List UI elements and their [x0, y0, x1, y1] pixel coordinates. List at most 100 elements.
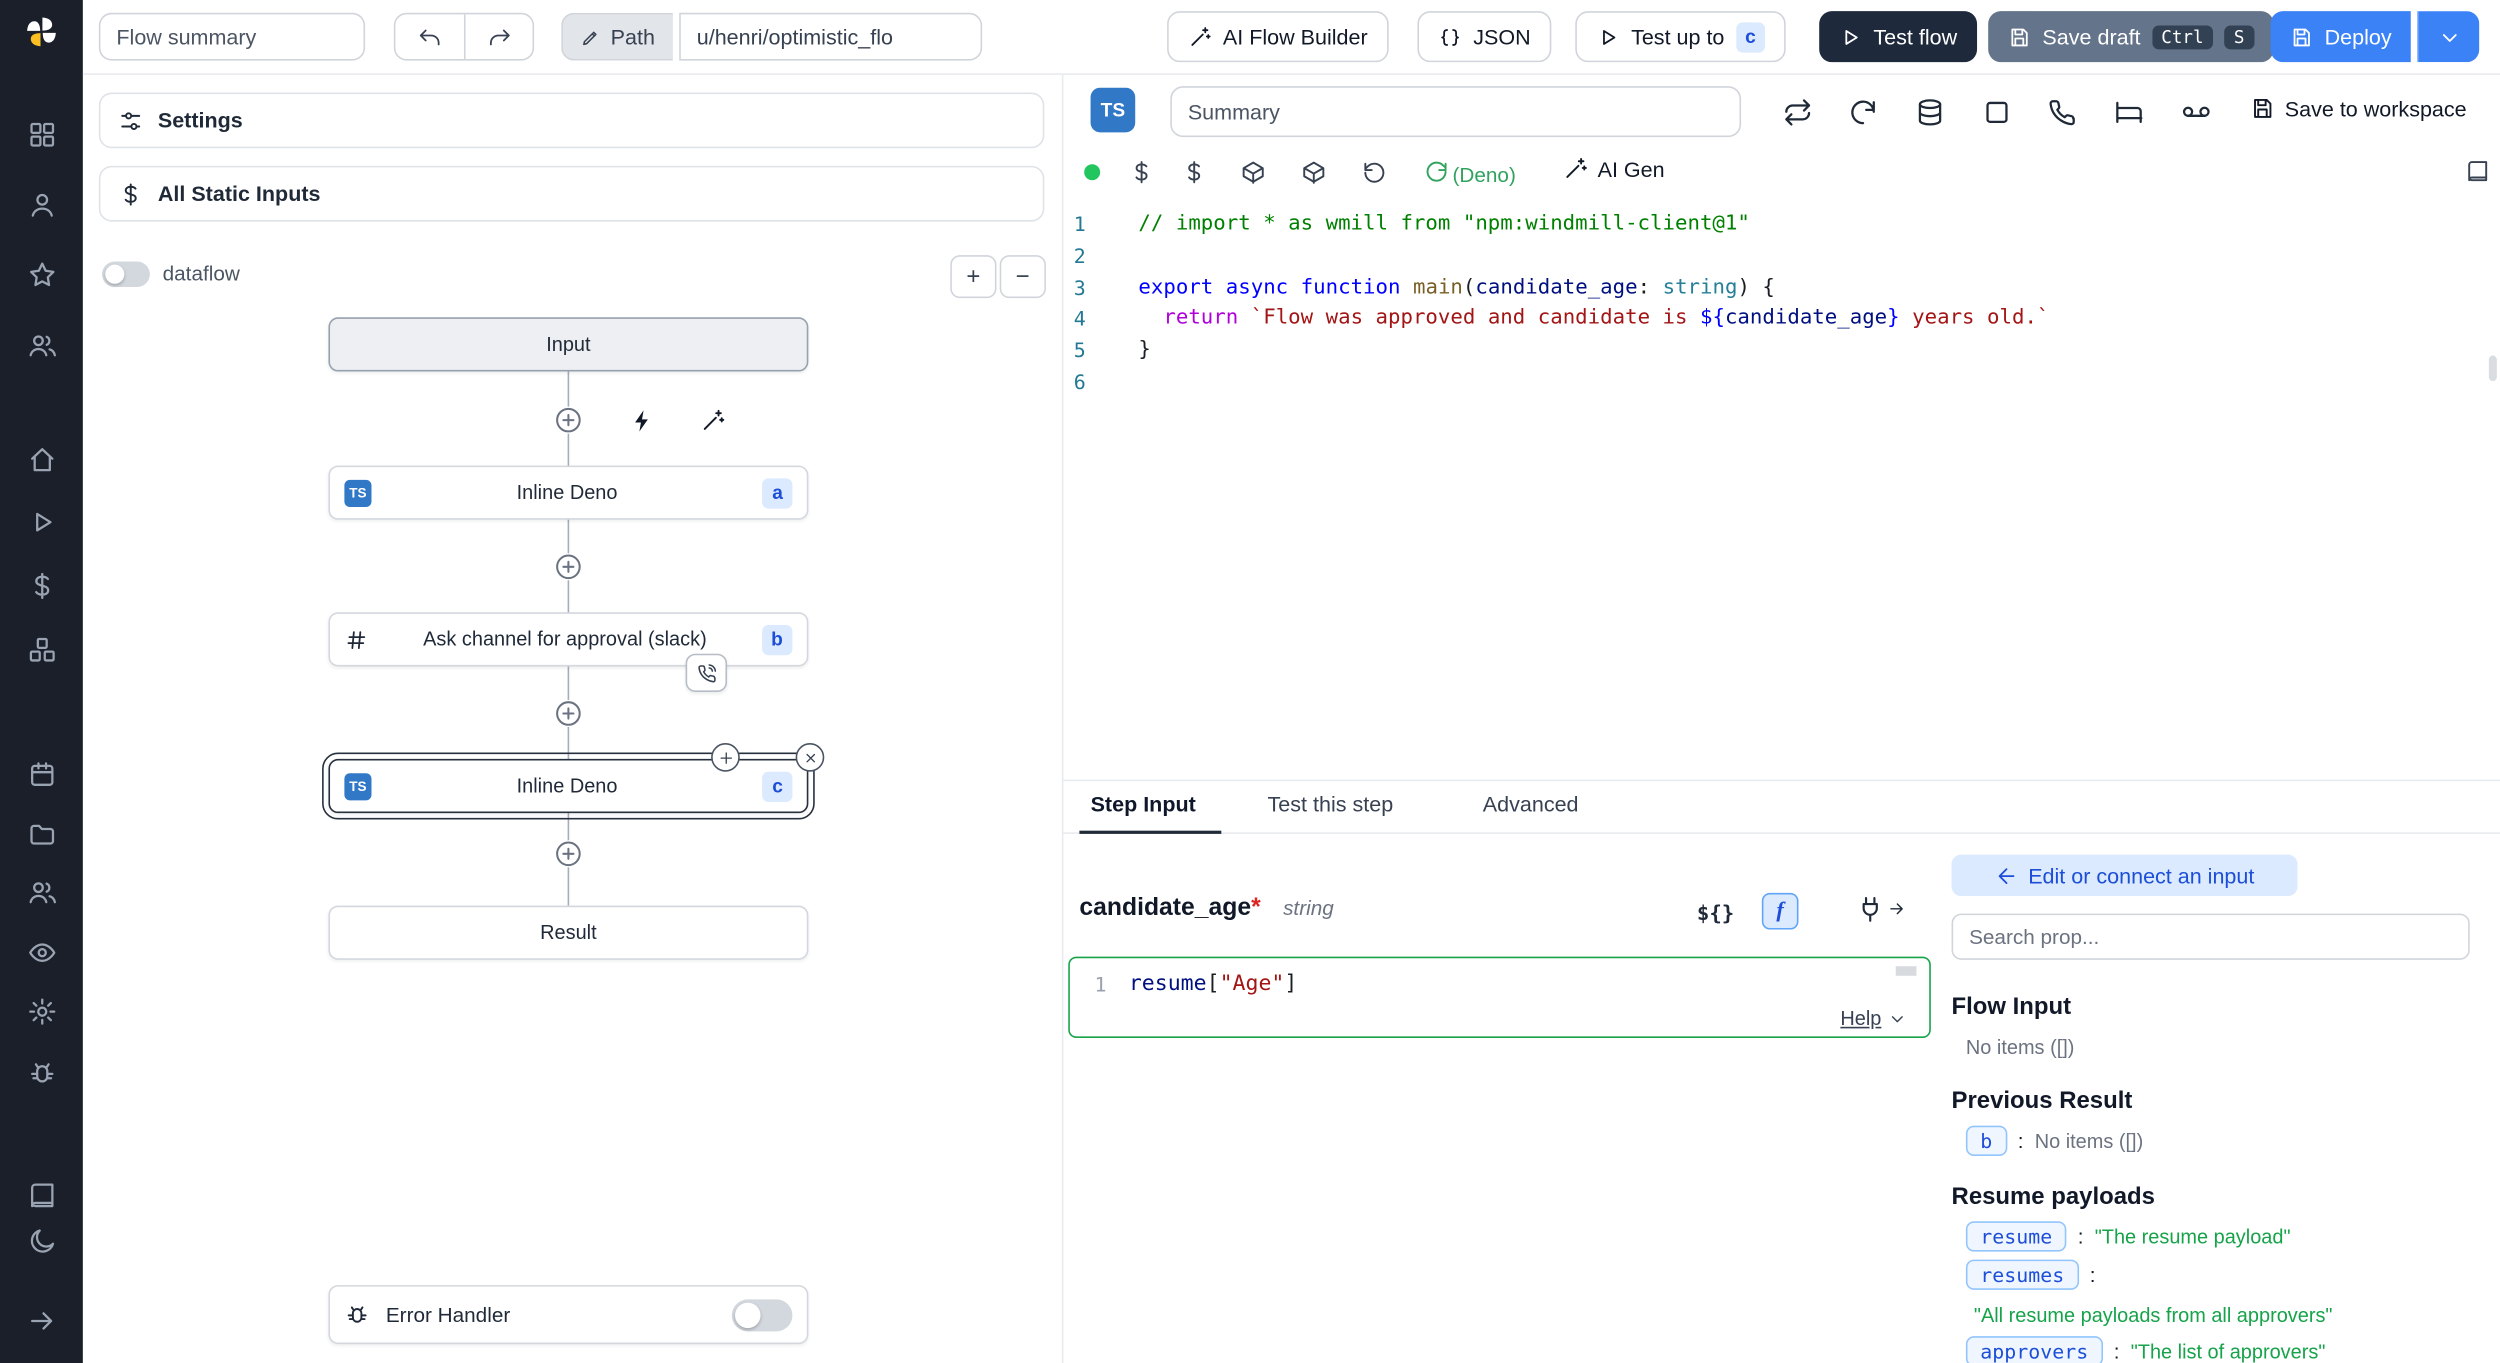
- ai-gen-button[interactable]: AI Gen: [1563, 156, 1665, 182]
- code-line[interactable]: 4 return `Flow was approved and candidat…: [1063, 303, 2500, 334]
- move-step-handle[interactable]: [711, 743, 740, 772]
- delete-step-button[interactable]: [796, 743, 825, 772]
- dependencies-button[interactable]: [1237, 156, 1269, 188]
- sidebar-button-docs[interactable]: [22, 1177, 60, 1215]
- code-line[interactable]: 6: [1063, 366, 2500, 397]
- sidebar-button-groups[interactable]: [22, 872, 60, 910]
- windmill-logo[interactable]: [22, 13, 60, 51]
- sidebar-button-theme[interactable]: [22, 1221, 60, 1259]
- suspend-button[interactable]: [2044, 94, 2079, 129]
- zoom-in-button[interactable]: +: [950, 255, 996, 298]
- early-stop-button[interactable]: [2178, 94, 2213, 129]
- edit-or-connect-button[interactable]: Edit or connect an input: [1952, 855, 2298, 896]
- insert-expression-button[interactable]: ${}: [1688, 896, 1742, 931]
- all-static-inputs-label: All Static Inputs: [158, 182, 321, 206]
- add-step-button[interactable]: [555, 407, 582, 434]
- input-expression-editor[interactable]: 1 resume["Age"] Help: [1068, 957, 1931, 1038]
- dataflow-toggle[interactable]: [102, 261, 150, 287]
- flow-node-result[interactable]: Result: [328, 906, 808, 960]
- sidebar-button-schedules[interactable]: [22, 754, 60, 792]
- step-c-label: Inline Deno: [371, 775, 762, 797]
- sidebar-button-folders[interactable]: [22, 815, 60, 853]
- flow-node-step-c-selected[interactable]: TS Inline Deno c: [328, 759, 808, 813]
- secrets-button[interactable]: [1178, 156, 1210, 188]
- all-static-inputs-row[interactable]: All Static Inputs: [99, 166, 1044, 222]
- sidebar-button-apps[interactable]: [22, 115, 60, 153]
- sidebar-button-settings[interactable]: [22, 992, 60, 1030]
- sleep-button[interactable]: [2111, 94, 2146, 129]
- code-line[interactable]: 1// import * as wmill from "npm:windmill…: [1063, 209, 2500, 240]
- expression-help-link[interactable]: Help: [1840, 1008, 1907, 1030]
- package-button[interactable]: [1298, 156, 1330, 188]
- error-handler-row[interactable]: Error Handler: [328, 1285, 808, 1344]
- sidebar-button-variables[interactable]: [22, 566, 60, 604]
- ai-flow-builder-button[interactable]: AI Flow Builder: [1167, 11, 1388, 62]
- library-button[interactable]: [2462, 156, 2494, 188]
- flow-settings-row[interactable]: Settings: [99, 92, 1044, 148]
- step-summary-input[interactable]: [1170, 86, 1741, 137]
- sidebar-button-resources[interactable]: [22, 630, 60, 668]
- sidebar-button-favorites[interactable]: [22, 255, 60, 293]
- add-step-button[interactable]: [555, 700, 582, 727]
- zoom-out-button[interactable]: −: [1000, 255, 1046, 298]
- connect-input-button[interactable]: [1856, 894, 1907, 923]
- sidebar-button-home[interactable]: [22, 440, 60, 478]
- save-draft-button[interactable]: Save draft Ctrl S: [1988, 11, 2273, 62]
- variables-button[interactable]: [1126, 156, 1158, 188]
- tab-test-this-step[interactable]: Test this step: [1268, 792, 1394, 816]
- tab-step-input[interactable]: Step Input: [1091, 792, 1196, 816]
- reset-code-button[interactable]: [1358, 156, 1390, 188]
- add-step-button[interactable]: [555, 840, 582, 867]
- code-line[interactable]: 5}: [1063, 334, 2500, 365]
- prop-badge-resumes[interactable]: resumes: [1966, 1260, 2079, 1290]
- retries-button[interactable]: [1779, 94, 1814, 129]
- sidebar-button-workers[interactable]: [22, 1054, 60, 1092]
- search-prop-input[interactable]: [1952, 914, 2470, 960]
- deploy-button[interactable]: Deploy: [2270, 11, 2410, 62]
- error-handler-toggle[interactable]: [732, 1299, 793, 1331]
- sidebar-button-expand[interactable]: [22, 1301, 60, 1339]
- test-up-to-button[interactable]: Test up to c: [1575, 11, 1786, 62]
- editor-scrollbar[interactable]: [2489, 356, 2497, 382]
- add-step-button[interactable]: [555, 553, 582, 580]
- sidebar-button-members[interactable]: [22, 325, 60, 363]
- code-line[interactable]: 3export async function main(candidate_ag…: [1063, 272, 2500, 303]
- rotate-ccw-icon: [1362, 159, 1388, 185]
- app-sidebar: [0, 0, 83, 1363]
- json-button[interactable]: JSON: [1417, 11, 1551, 62]
- undo-button[interactable]: [395, 14, 464, 59]
- test-flow-button[interactable]: Test flow: [1819, 11, 1976, 62]
- rotate-cw-icon: [1847, 96, 1877, 126]
- redo-button[interactable]: [464, 14, 533, 59]
- code-line[interactable]: 2: [1063, 240, 2500, 271]
- flow-node-step-b[interactable]: Ask channel for approval (slack) b: [328, 612, 808, 666]
- deploy-more-button[interactable]: [2417, 11, 2479, 62]
- flow-node-step-a[interactable]: TS Inline Deno a: [328, 466, 808, 520]
- resume-payloads-title: Resume payloads: [1952, 1183, 2155, 1210]
- flow-node-input[interactable]: Input: [328, 317, 808, 371]
- ai-step-button[interactable]: [700, 408, 726, 434]
- code-lines[interactable]: 1// import * as wmill from "npm:windmill…: [1063, 209, 2500, 397]
- tab-advanced[interactable]: Advanced: [1483, 792, 1579, 816]
- dollar-icon: [118, 181, 144, 207]
- restart-button[interactable]: [1845, 94, 1880, 129]
- suspend-approval-indicator[interactable]: [686, 654, 727, 692]
- sidebar-button-user[interactable]: [22, 185, 60, 223]
- save-to-workspace-button[interactable]: Save to workspace: [2250, 96, 2467, 122]
- runtime-refresh-button[interactable]: [1421, 156, 1453, 188]
- prop-badge-resume[interactable]: resume: [1966, 1221, 2067, 1251]
- sidebar-button-audit[interactable]: [22, 933, 60, 971]
- flow-summary-input[interactable]: [99, 13, 365, 61]
- wand-icon: [1188, 25, 1212, 49]
- sidebar-button-runs[interactable]: [22, 502, 60, 540]
- expr-code[interactable]: resume["Age"]: [1107, 971, 1298, 997]
- mock-button[interactable]: [1979, 94, 2014, 129]
- function-mode-toggle[interactable]: f: [1762, 893, 1799, 930]
- path-input[interactable]: [679, 13, 982, 61]
- cache-button[interactable]: [1912, 94, 1947, 129]
- trigger-button[interactable]: [630, 408, 656, 434]
- previous-result-title: Previous Result: [1952, 1087, 2133, 1114]
- path-button[interactable]: Path: [561, 13, 672, 61]
- prop-badge-b[interactable]: b: [1966, 1126, 2007, 1156]
- prop-badge-approvers[interactable]: approvers: [1966, 1336, 2103, 1363]
